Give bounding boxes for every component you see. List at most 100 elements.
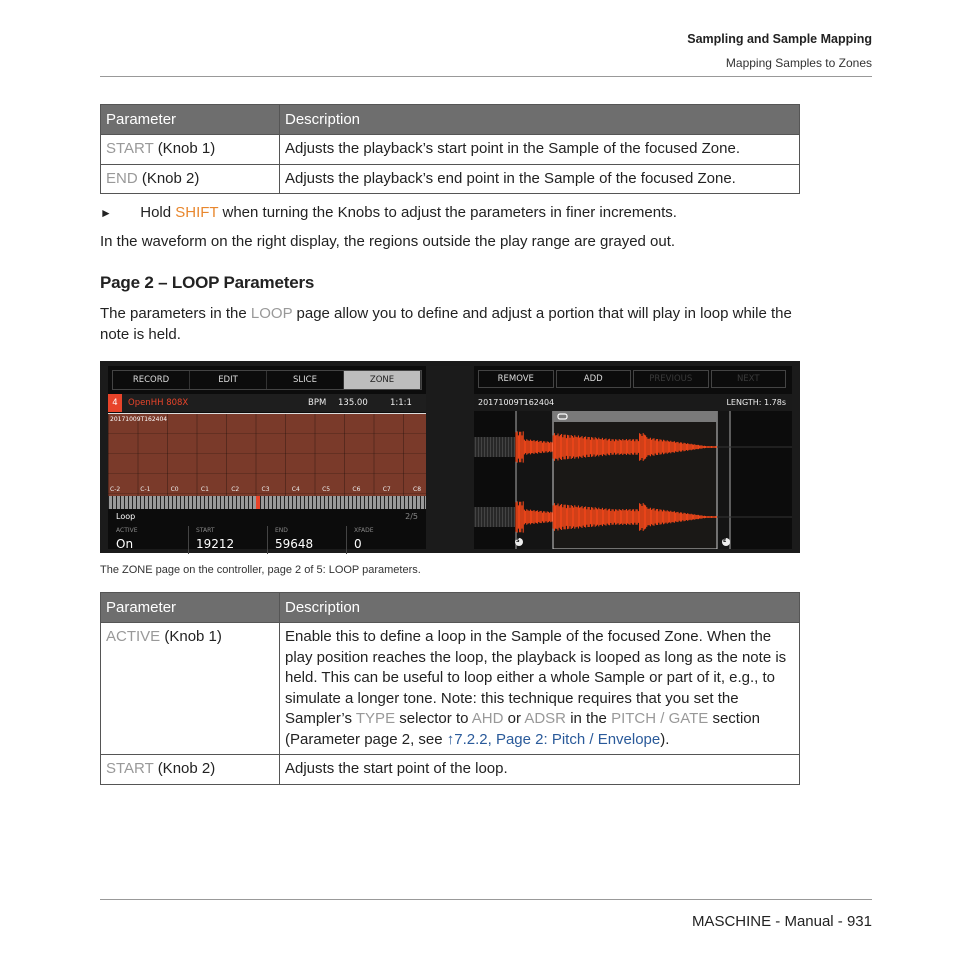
page-footer: MASCHINE - Manual - 931 xyxy=(691,913,872,930)
paragraph: In the waveform on the right display, th… xyxy=(100,233,676,250)
bpm-value: 135.00 xyxy=(338,398,368,408)
param-name: END xyxy=(106,169,138,187)
ahd-label: AHD xyxy=(471,710,504,727)
description-text: or xyxy=(507,710,521,727)
param-knob: (Knob 1) xyxy=(164,628,222,645)
tab-record[interactable]: RECORD xyxy=(113,371,190,389)
note-label: C3 xyxy=(261,486,270,493)
controller-screenshot: RECORD EDIT SLICE ZONE 4 OpenHH 808X BPM… xyxy=(100,361,800,554)
description-text: ). xyxy=(660,730,670,748)
param-name: START xyxy=(106,760,154,777)
param-value-end[interactable]: 59648 xyxy=(275,537,313,551)
param-name: ACTIVE xyxy=(106,628,161,645)
param-knob: (Knob 2) xyxy=(141,169,200,187)
bullet-arrow-icon: ► xyxy=(100,206,112,220)
table-row: START (Knob 2) Adjusts the start point o… xyxy=(100,754,800,785)
sample-name: 20171009T162404 xyxy=(110,416,168,423)
cross-reference-link[interactable]: ↑7.2.2, Page 2: Pitch / Envelope xyxy=(447,731,660,748)
note-label: C7 xyxy=(382,486,391,493)
right-display: REMOVE ADD PREVIOUS NEXT 20171009T162404… xyxy=(474,366,792,549)
button-row: REMOVE ADD PREVIOUS NEXT xyxy=(478,370,788,388)
param-description: Adjusts the start point of the loop. xyxy=(279,754,800,785)
waveform-grayed xyxy=(474,437,515,457)
table-header-row: Parameter Description xyxy=(100,104,800,135)
sample-info-bar: 20171009T162404 LENGTH: 1.78s xyxy=(474,394,792,411)
header-parameter: Parameter xyxy=(100,592,280,623)
footer-rule xyxy=(100,899,872,900)
parameter-table-1: Parameter Description START (Knob 1) Adj… xyxy=(100,104,800,194)
note-label: C8 xyxy=(413,486,422,493)
param-divider xyxy=(188,526,189,554)
table-header-row: Parameter Description xyxy=(100,592,800,623)
param-knob: (Knob 1) xyxy=(157,140,216,157)
param-description: Adjusts the playback’s start point in th… xyxy=(279,134,800,165)
loop-region[interactable] xyxy=(552,411,718,549)
note-label: C5 xyxy=(322,486,331,493)
header-description: Description xyxy=(279,104,800,135)
left-display: RECORD EDIT SLICE ZONE 4 OpenHH 808X BPM… xyxy=(108,366,426,554)
note-label: C2 xyxy=(231,486,240,493)
param-value-active[interactable]: On xyxy=(116,537,133,551)
param-divider xyxy=(267,526,268,554)
param-label-xfade: XFADE xyxy=(354,527,374,534)
sound-bar: 4 OpenHH 808X BPM 135.00 1:1:1 xyxy=(108,394,426,412)
previous-button[interactable]: PREVIOUS xyxy=(633,370,709,388)
sample-name: 20171009T162404 xyxy=(478,398,555,407)
tip-line: ► Hold SHIFT when turning the Knobs to a… xyxy=(100,203,677,224)
note-label: C1 xyxy=(200,486,209,493)
sample-length: LENGTH: 1.78s xyxy=(726,398,786,407)
description-text: in the xyxy=(570,710,607,727)
param-description: Adjusts the playback’s end point in the … xyxy=(279,163,800,194)
zone-keymap[interactable]: 20171009T162404 xyxy=(108,413,426,496)
tab-zone[interactable]: ZONE xyxy=(344,371,421,389)
description-text: selector to xyxy=(399,710,469,727)
type-label: TYPE xyxy=(355,710,396,727)
adsr-label: ADSR xyxy=(524,710,567,727)
shift-key-label: SHIFT xyxy=(175,204,219,221)
parameter-table-2: Parameter Description ACTIVE (Knob 1) En… xyxy=(100,592,800,785)
start-marker-label: S xyxy=(516,538,520,544)
pitch-gate-label: PITCH / GATE xyxy=(611,710,709,727)
root-key-marker xyxy=(256,496,260,509)
note-label: C4 xyxy=(291,486,300,493)
section-title: Mapping Samples to Zones xyxy=(725,56,872,70)
table-row: ACTIVE (Knob 1) Enable this to define a … xyxy=(100,622,800,755)
param-label-end: END xyxy=(275,527,288,534)
end-marker-label: E xyxy=(723,538,727,544)
table-row: START (Knob 1) Adjusts the playback’s st… xyxy=(100,134,800,165)
sound-number: 4 xyxy=(108,394,122,412)
param-value-start[interactable]: 19212 xyxy=(196,537,234,551)
tip-text: Hold xyxy=(140,204,172,221)
waveform-grayed xyxy=(474,507,515,527)
next-button[interactable]: NEXT xyxy=(710,370,786,388)
param-label-start: START xyxy=(196,527,215,534)
tab-slice[interactable]: SLICE xyxy=(267,371,344,389)
tab-edit[interactable]: EDIT xyxy=(190,371,267,389)
tab-row: RECORD EDIT SLICE ZONE xyxy=(112,370,422,390)
tip-text: when turning the Knobs to adjust the par… xyxy=(222,204,677,221)
paragraph: The parameters in the LOOP page allow yo… xyxy=(100,304,805,345)
figure-caption: The ZONE page on the controller, page 2 … xyxy=(100,564,421,576)
note-label: C-2 xyxy=(110,486,121,493)
chapter-title: Sampling and Sample Mapping xyxy=(687,32,872,46)
note-label: C0 xyxy=(170,486,179,493)
param-name: START xyxy=(106,140,154,157)
page-name: Loop xyxy=(116,512,136,521)
table-row: END (Knob 2) Adjusts the playback’s end … xyxy=(100,163,800,194)
note-label: C-1 xyxy=(140,486,151,493)
piano-keyboard[interactable] xyxy=(108,496,426,509)
header-description: Description xyxy=(279,592,800,623)
page-indicator: 2/5 xyxy=(405,512,418,521)
section-heading: Page 2 – LOOP Parameters xyxy=(100,273,315,292)
position-value: 1:1:1 xyxy=(390,398,412,408)
remove-button[interactable]: REMOVE xyxy=(478,370,554,388)
add-button[interactable]: ADD xyxy=(555,370,631,388)
note-label: C6 xyxy=(352,486,361,493)
param-description: Enable this to define a loop in the Samp… xyxy=(279,622,800,755)
bpm-label: BPM xyxy=(308,398,327,408)
waveform-view[interactable] xyxy=(474,411,792,549)
header-parameter: Parameter xyxy=(100,104,280,135)
param-value-xfade[interactable]: 0 xyxy=(354,537,362,551)
param-knob: (Knob 2) xyxy=(157,760,216,777)
loop-header xyxy=(553,411,717,422)
